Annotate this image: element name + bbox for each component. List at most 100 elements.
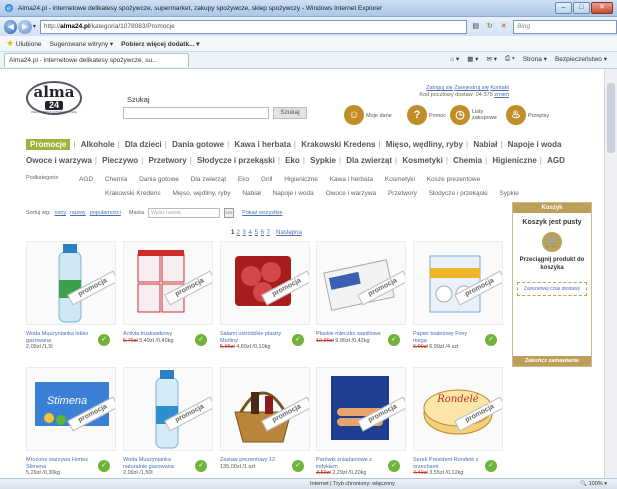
page-link-4[interactable]: 4 <box>249 230 252 236</box>
product-image[interactable]: promocja <box>123 241 213 325</box>
product-card[interactable]: promocja Salami ostródzkie plastry Morli… <box>220 241 310 350</box>
add-to-cart-button[interactable]: ✓ <box>388 334 400 346</box>
feeds-icon[interactable]: ▦ ▾ <box>467 55 478 63</box>
product-card[interactable]: Rondelé promocja Serek President Rondelé… <box>413 367 503 476</box>
product-name[interactable]: Salami ostródzkie plastry Morliny 5,99zł… <box>220 331 288 351</box>
reserve-delivery-button[interactable]: Zarezerwuj czas dostawy <box>517 282 587 296</box>
print-icon[interactable]: ⎙ ▾ <box>505 55 515 63</box>
minimize-button[interactable]: – <box>555 2 572 14</box>
product-image[interactable]: promocja <box>413 241 503 325</box>
finish-order-button[interactable]: Zakończ zamawianie <box>513 356 591 366</box>
nav-item-kosmetyki[interactable]: Kosmetyki <box>402 156 442 165</box>
alma24-logo[interactable]: alma 24 DELIKATESY INTERNETOWE <box>26 81 82 115</box>
tab-alma24[interactable]: Alma24.pl - internetowe delikatesy spoży… <box>4 53 189 67</box>
subcat-grill[interactable]: Grill <box>261 176 273 183</box>
add-to-cart-button[interactable]: ✓ <box>485 334 497 346</box>
product-image[interactable]: promocja <box>316 367 406 451</box>
safety-menu[interactable]: Bezpieczeństwo ▾ <box>555 55 607 63</box>
sort-by-price[interactable]: ceny <box>54 210 66 216</box>
nav-item-nabial[interactable]: Nabiał <box>473 140 497 149</box>
site-search-input[interactable] <box>123 107 269 119</box>
scrollbar-thumb[interactable] <box>607 83 615 153</box>
add-to-cart-button[interactable]: ✓ <box>195 460 207 472</box>
add-to-cart-button[interactable]: ✓ <box>292 460 304 472</box>
product-image[interactable]: Rondelé promocja <box>413 367 503 451</box>
add-to-cart-button[interactable]: ✓ <box>195 334 207 346</box>
add-to-cart-button[interactable]: ✓ <box>292 334 304 346</box>
subcat-mieso[interactable]: Mięso, wędliny, ryby <box>172 190 230 197</box>
sort-by-popularity[interactable]: popularności <box>90 210 121 216</box>
user-icon[interactable]: ☺ <box>344 105 364 125</box>
url-input[interactable]: http://alma24.pl/kategoria/1078083/Promo… <box>39 19 468 34</box>
subcat-sypkie[interactable]: Sypkie <box>499 190 519 197</box>
contact-link[interactable]: Kontakt <box>490 85 509 91</box>
add-to-cart-button[interactable]: ✓ <box>98 460 110 472</box>
nav-item-kawa-i-herbata[interactable]: Kawa i herbata <box>234 140 290 149</box>
nav-item-przetwory[interactable]: Przetwory <box>148 156 186 165</box>
home-icon[interactable]: ⌂ ▾ <box>450 55 459 63</box>
help-link[interactable]: Pomoc <box>429 113 446 119</box>
compat-view-icon[interactable]: ▤ <box>470 21 482 32</box>
site-search-button[interactable]: Szukaj <box>273 107 307 119</box>
favorites-button[interactable]: ★ Ulubione <box>6 38 42 49</box>
history-dropdown-icon[interactable]: ▾ <box>33 23 36 30</box>
product-image[interactable]: promocja <box>220 241 310 325</box>
search-input[interactable]: Bing <box>513 19 617 34</box>
page-link-7[interactable]: 7 <box>267 230 270 236</box>
add-to-cart-button[interactable]: ✓ <box>485 460 497 472</box>
page-link-3[interactable]: 3 <box>243 230 246 236</box>
nav-item-chemia[interactable]: Chemia <box>453 156 482 165</box>
product-image[interactable]: promocja <box>26 241 116 325</box>
product-card[interactable]: promocja Zestaw prezentowy 12 135,00zł /… <box>220 367 310 472</box>
subcat-krakowski[interactable]: Krakowski Kredens <box>105 190 161 197</box>
cart-panel[interactable]: Koszyk Koszyk jest pusty 🛒 Przeciągnij p… <box>512 202 592 367</box>
nav-item-alkohole[interactable]: Alkohole <box>81 140 115 149</box>
fav-item-addons[interactable]: Pobierz więcej dodatk... ▾ <box>121 40 199 48</box>
nav-item-promocje[interactable]: Promocje <box>26 139 71 150</box>
product-card[interactable]: promocja Activia truskawkowy 5,79zł 5,49… <box>123 241 213 346</box>
page-link-6[interactable]: 6 <box>261 230 264 236</box>
stop-icon[interactable]: ✕ <box>498 21 510 32</box>
page-menu[interactable]: Strona ▾ <box>523 55 547 63</box>
product-name[interactable]: Papier toaletowy Foxy mega 6,99zł 6,99zł… <box>413 331 481 351</box>
product-name[interactable]: Serek President Rondelé z orzechami 4,49… <box>413 457 481 477</box>
page-link-5[interactable]: 5 <box>255 230 258 236</box>
product-card[interactable]: promocja Papier toaletowy Foxy mega 6,99… <box>413 241 503 350</box>
product-name[interactable]: Zestaw prezentowy 12 135,00zł /1 szt <box>220 457 288 470</box>
product-image[interactable]: promocja <box>123 367 213 451</box>
refresh-icon[interactable]: ↻ <box>484 21 496 32</box>
page-link-2[interactable]: 2 <box>237 230 240 236</box>
product-name[interactable]: Parówki śniadaniowe z indykiem 3,59zł 2,… <box>316 457 384 477</box>
forward-button[interactable]: ▶ <box>18 19 32 34</box>
login-link[interactable]: Zaloguj się <box>426 85 453 91</box>
product-name[interactable]: Woda Muszynianka naturalnie gazowana 2,0… <box>123 457 191 477</box>
pot-icon[interactable]: ♨ <box>506 105 526 125</box>
add-to-cart-button[interactable]: ✓ <box>388 460 400 472</box>
product-card[interactable]: promocja Parówki śniadaniowe z indykiem … <box>316 367 406 476</box>
brand-go-button[interactable]: GO <box>224 208 235 218</box>
recipes-link[interactable]: Przepisy <box>528 113 549 119</box>
nav-item-eko[interactable]: Eko <box>285 156 300 165</box>
product-card[interactable]: Stimena promocja Mrożone warzywa Hortex … <box>26 367 116 476</box>
back-button[interactable]: ◀ <box>4 19 18 34</box>
nav-item-dania-gotowe[interactable]: Dania gotowe <box>172 140 224 149</box>
fav-item-suggested[interactable]: Sugerowane witryny ▾ <box>50 40 114 48</box>
product-name[interactable]: Płaskie mleczko waniliowe 12,99zł 9,99zł… <box>316 331 384 344</box>
product-card[interactable]: promocja Płaskie mleczko waniliowe 12,99… <box>316 241 406 346</box>
brand-filter-input[interactable]: Wpisz nazwę <box>148 208 221 218</box>
nav-item-sypkie[interactable]: Sypkie <box>310 156 336 165</box>
product-image[interactable]: promocja <box>220 367 310 451</box>
subcat-eko[interactable]: Eko <box>238 176 249 183</box>
subcat-higieniczne[interactable]: Higieniczne <box>284 176 318 183</box>
maximize-button[interactable]: □ <box>573 2 590 14</box>
shopping-lists-link[interactable]: Listy zakupowe <box>472 109 497 121</box>
nav-item-owoce[interactable]: Owoce i warzywa <box>26 156 92 165</box>
subcat-agd[interactable]: AGD <box>79 176 93 183</box>
nav-item-higieniczne[interactable]: Higieniczne <box>492 156 536 165</box>
product-name[interactable]: Woda Muszynianka lekko gazowana 2,09zł /… <box>26 331 94 351</box>
subcat-kosmetyki[interactable]: Kosmetyki <box>385 176 415 183</box>
product-image[interactable]: promocja <box>316 241 406 325</box>
add-to-cart-button[interactable]: ✓ <box>98 334 110 346</box>
sort-by-name[interactable]: nazwy <box>70 210 86 216</box>
subcat-napoje[interactable]: Napoje i woda <box>273 190 314 197</box>
